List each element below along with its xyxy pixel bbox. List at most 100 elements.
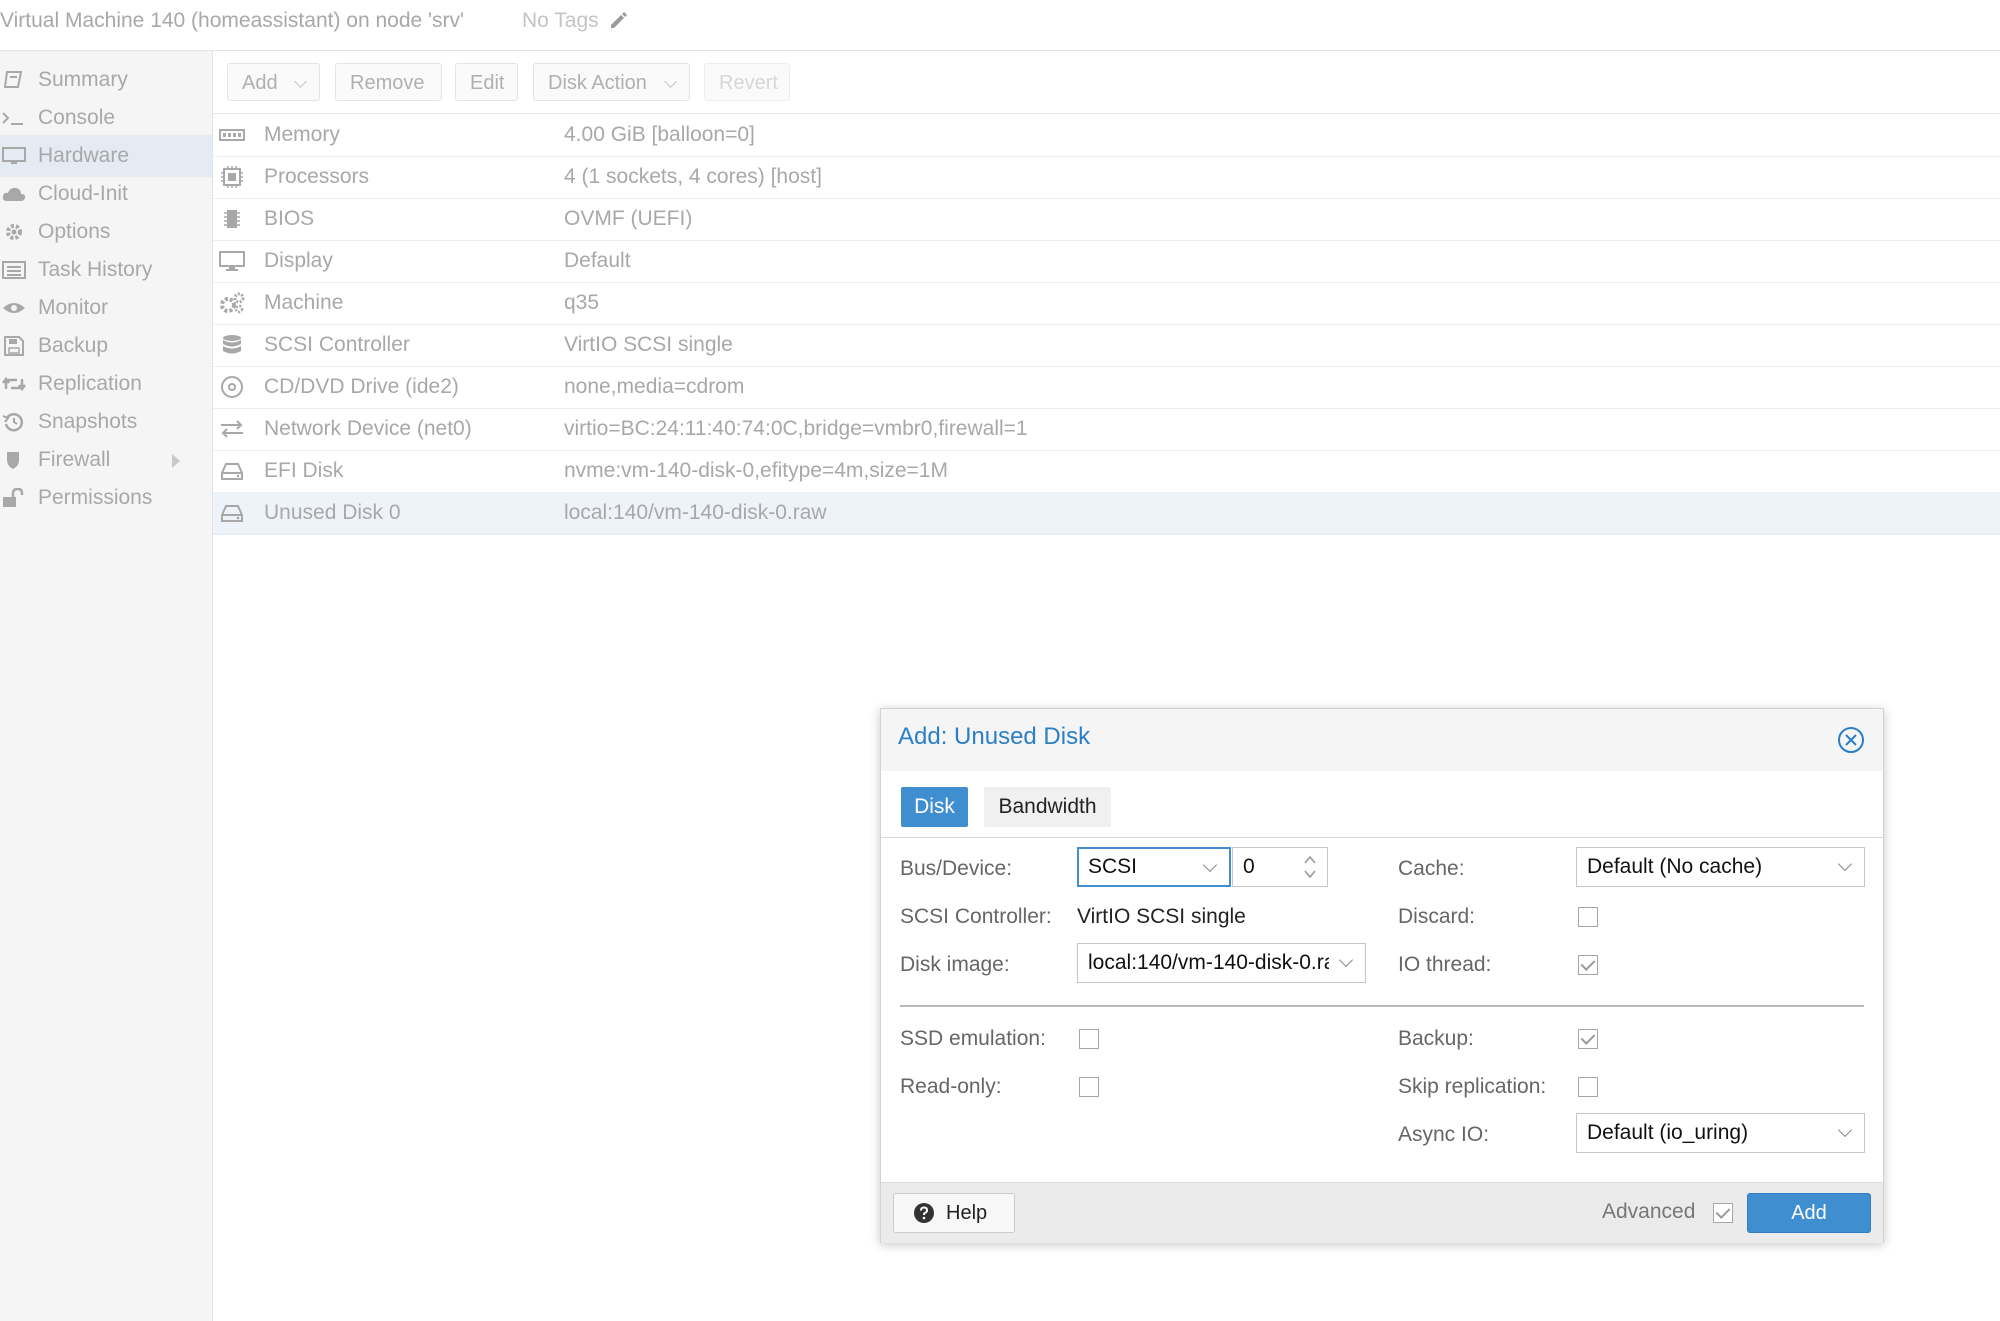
disk-image-select[interactable]: local:140/vm-140-disk-0.raw bbox=[1077, 943, 1366, 983]
spinner-arrows-icon[interactable] bbox=[1303, 853, 1317, 881]
chevron-down-icon bbox=[1837, 856, 1853, 872]
hw-value: none,media=cdrom bbox=[564, 375, 745, 398]
table-row[interactable]: Display Default bbox=[213, 240, 2000, 283]
sidebar-item-cloud-init[interactable]: Cloud-Init bbox=[0, 173, 212, 215]
sidebar-item-hardware[interactable]: Hardware bbox=[0, 135, 212, 177]
table-row[interactable]: SCSI Controller VirtIO SCSI single bbox=[213, 324, 2000, 367]
help-button[interactable]: Help bbox=[893, 1193, 1015, 1233]
cloud-icon bbox=[2, 187, 26, 201]
hw-name: Processors bbox=[264, 165, 370, 188]
sidebar-item-firewall[interactable]: Firewall bbox=[0, 439, 212, 481]
hw-name: Display bbox=[264, 249, 333, 272]
revert-label: Revert bbox=[719, 72, 778, 94]
edit-button[interactable]: Edit bbox=[455, 63, 518, 101]
exchange-icon bbox=[221, 420, 243, 438]
hw-value: 4.00 GiB [balloon=0] bbox=[564, 123, 755, 146]
add-menu-button[interactable]: Add bbox=[227, 63, 320, 101]
table-row[interactable]: Machine q35 bbox=[213, 282, 2000, 325]
dialog-tabs: Disk Bandwidth bbox=[881, 771, 1883, 838]
async-io-label: Async IO: bbox=[1398, 1123, 1490, 1146]
table-row[interactable]: Network Device (net0) virtio=BC:24:11:40… bbox=[213, 408, 2000, 451]
sidebar-item-options[interactable]: Options bbox=[0, 211, 212, 253]
shield-icon bbox=[7, 452, 19, 469]
floppy-icon bbox=[4, 336, 24, 356]
table-row[interactable]: Unused Disk 0 local:140/vm-140-disk-0.ra… bbox=[213, 492, 2000, 535]
hw-name: Unused Disk 0 bbox=[264, 501, 401, 524]
skip-replication-checkbox[interactable] bbox=[1578, 1077, 1598, 1097]
sidebar-item-label: Console bbox=[38, 106, 116, 129]
sidebar-item-snapshots[interactable]: Snapshots bbox=[0, 401, 212, 443]
disk-action-label: Disk Action bbox=[548, 72, 647, 94]
sidebar-item-label: Snapshots bbox=[38, 410, 138, 433]
remove-label: Remove bbox=[350, 72, 425, 94]
table-row[interactable]: Processors 4 (1 sockets, 4 cores) [host] bbox=[213, 156, 2000, 199]
sidebar-item-label: Monitor bbox=[38, 296, 109, 319]
device-number-spinner[interactable]: 0 bbox=[1232, 847, 1328, 887]
sidebar-item-permissions[interactable]: Permissions bbox=[0, 477, 212, 519]
hw-name: Network Device (net0) bbox=[264, 417, 472, 440]
backup-checkbox[interactable] bbox=[1578, 1029, 1598, 1049]
hw-value: 4 (1 sockets, 4 cores) [host] bbox=[564, 165, 822, 188]
cpu-icon bbox=[221, 166, 243, 188]
sidebar-item-backup[interactable]: Backup bbox=[0, 325, 212, 367]
io-thread-checkbox[interactable] bbox=[1578, 955, 1598, 975]
read-only-checkbox[interactable] bbox=[1079, 1077, 1099, 1097]
chevron-down-icon bbox=[1338, 952, 1354, 968]
tags-label: No Tags bbox=[522, 9, 599, 32]
sidebar-item-label: Firewall bbox=[38, 448, 111, 471]
table-row[interactable]: Memory 4.00 GiB [balloon=0] bbox=[213, 114, 2000, 157]
sidebar-item-task-history[interactable]: Task History bbox=[0, 249, 212, 291]
tab-disk[interactable]: Disk bbox=[901, 787, 968, 827]
dialog-title: Add: Unused Disk bbox=[898, 723, 1091, 750]
hw-value: q35 bbox=[564, 291, 600, 314]
discard-checkbox[interactable] bbox=[1578, 907, 1598, 927]
advanced-checkbox[interactable] bbox=[1713, 1203, 1733, 1223]
hw-name: BIOS bbox=[264, 207, 315, 230]
async-io-select[interactable]: Default (io_uring) bbox=[1576, 1113, 1865, 1153]
table-row[interactable]: EFI Disk nvme:vm-140-disk-0,efitype=4m,s… bbox=[213, 450, 2000, 493]
backup-label: Backup: bbox=[1398, 1027, 1474, 1050]
close-icon[interactable] bbox=[1837, 726, 1865, 754]
hw-value: nvme:vm-140-disk-0,efitype=4m,size=1M bbox=[564, 459, 948, 482]
chevron-down-icon bbox=[1202, 857, 1218, 873]
skip-replication-label: Skip replication: bbox=[1398, 1075, 1547, 1098]
sidebar-item-console[interactable]: Console bbox=[0, 97, 212, 139]
hw-name: Machine bbox=[264, 291, 344, 314]
cache-select[interactable]: Default (No cache) bbox=[1576, 847, 1865, 887]
pencil-icon[interactable] bbox=[608, 10, 628, 30]
book-icon bbox=[3, 71, 23, 88]
sidebar-item-label: Options bbox=[38, 220, 111, 243]
hw-name: EFI Disk bbox=[264, 459, 344, 482]
hw-name: Memory bbox=[264, 123, 340, 146]
bus-select[interactable]: SCSI bbox=[1077, 847, 1231, 887]
unlock-icon bbox=[3, 488, 24, 507]
cache-value: Default (No cache) bbox=[1587, 855, 1763, 878]
tab-bandwidth[interactable]: Bandwidth bbox=[984, 787, 1111, 827]
disk-image-label: Disk image: bbox=[900, 953, 1010, 976]
gear-icon bbox=[6, 224, 22, 240]
add-button[interactable]: Add bbox=[1747, 1193, 1871, 1233]
remove-button[interactable]: Remove bbox=[335, 63, 442, 101]
table-row[interactable]: CD/DVD Drive (ide2) none,media=cdrom bbox=[213, 366, 2000, 409]
ssd-emulation-checkbox[interactable] bbox=[1079, 1029, 1099, 1049]
question-icon bbox=[914, 1203, 934, 1223]
sidebar-item-label: Hardware bbox=[38, 144, 130, 167]
chevron-down-icon bbox=[294, 75, 307, 88]
disk-action-button[interactable]: Disk Action bbox=[533, 63, 690, 101]
discard-label: Discard: bbox=[1398, 905, 1476, 928]
page-title: Virtual Machine 140 (homeassistant) on n… bbox=[0, 9, 465, 32]
hw-value: VirtIO SCSI single bbox=[564, 333, 733, 356]
edit-label: Edit bbox=[470, 72, 505, 94]
advanced-label: Advanced bbox=[1602, 1200, 1696, 1223]
tags-editor[interactable]: No Tags bbox=[522, 9, 628, 33]
sidebar-item-replication[interactable]: Replication bbox=[0, 363, 212, 405]
sidebar-item-summary[interactable]: Summary bbox=[0, 59, 212, 101]
add-unused-disk-dialog: Add: Unused Disk Disk Bandwidth Bus/Devi… bbox=[880, 708, 1884, 1243]
sidebar-item-label: Replication bbox=[38, 372, 142, 395]
table-row[interactable]: BIOS OVMF (UEFI) bbox=[213, 198, 2000, 241]
expand-arrow-icon[interactable] bbox=[172, 454, 180, 468]
sidebar-item-monitor[interactable]: Monitor bbox=[0, 287, 212, 329]
sidebar: Summary Console Hardware Cloud-Init Opti… bbox=[0, 51, 213, 1321]
list-icon bbox=[2, 261, 26, 279]
revert-button[interactable]: Revert bbox=[704, 63, 790, 101]
